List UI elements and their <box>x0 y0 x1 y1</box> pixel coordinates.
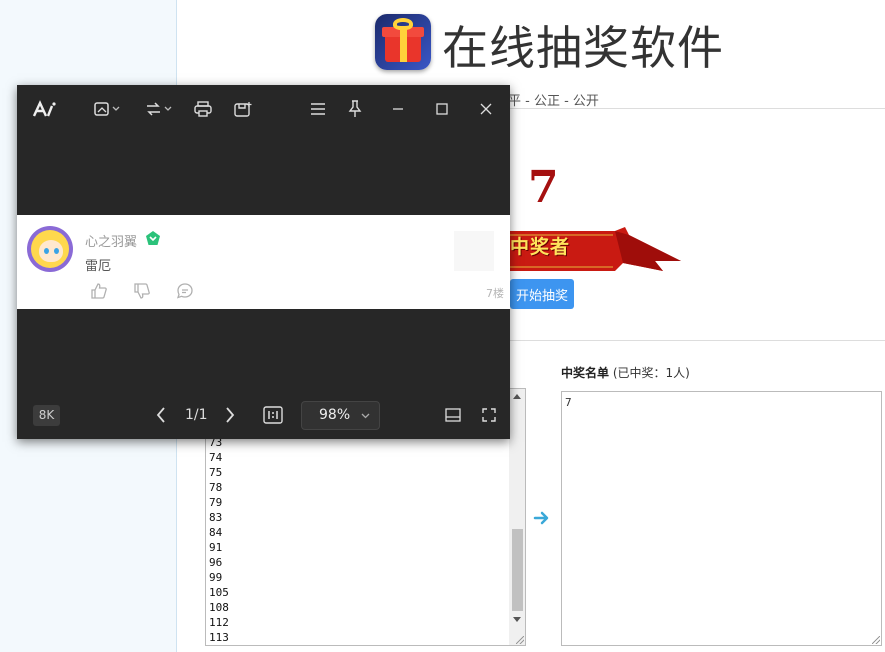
resolution-badge[interactable]: 8K <box>33 405 60 426</box>
candidate-row: 91 <box>209 541 223 554</box>
save-icon[interactable] <box>233 97 253 121</box>
image-viewer-window[interactable]: 心之羽翼 雷厄 7楼 8K 1/1 98% <box>17 85 510 439</box>
app-subtitle: 平 - 公正 - 公开 <box>508 94 599 109</box>
candidate-row: 74 <box>209 451 223 464</box>
start-draw-button[interactable]: 开始抽奖 <box>510 279 574 309</box>
fullscreen-icon[interactable] <box>479 403 499 427</box>
chevron-down-icon <box>361 413 370 419</box>
candidate-row: 83 <box>209 511 223 524</box>
next-image-icon[interactable] <box>220 403 240 427</box>
candidate-row: 99 <box>209 571 223 584</box>
scroll-up-icon[interactable] <box>513 394 521 399</box>
thumbnail-strip-icon[interactable] <box>443 403 463 427</box>
zoom-select[interactable]: 98% <box>301 401 380 430</box>
comment-image-thumbnail <box>454 231 494 271</box>
actual-size-icon[interactable] <box>262 403 284 427</box>
winners-textarea[interactable]: 7 <box>561 391 882 646</box>
previous-image-icon[interactable] <box>151 403 171 427</box>
candidate-row: 113 <box>209 631 229 644</box>
candidates-list: 73 74 75 78 79 83 84 91 96 99 105 108 112 113 <box>209 435 229 645</box>
winner-number: 7 <box>528 162 559 213</box>
gift-box-logo-icon <box>375 14 431 70</box>
section-divider <box>510 340 885 341</box>
viewer-bottom-bar: 8K 1/1 98% <box>17 401 510 431</box>
resize-grip-icon[interactable] <box>516 636 524 644</box>
winners-heading: 中奖名单 (已中奖：1人) <box>561 364 690 381</box>
scroll-down-icon[interactable] <box>513 617 521 622</box>
rotate-icon[interactable] <box>145 97 175 121</box>
print-icon[interactable] <box>193 97 213 121</box>
maximize-icon[interactable] <box>432 97 452 121</box>
avatar <box>27 226 73 272</box>
pin-icon[interactable] <box>345 97 365 121</box>
comment-text: 雷厄 <box>85 259 112 274</box>
resize-grip-icon[interactable] <box>872 636 880 644</box>
candidate-row: 96 <box>209 556 223 569</box>
winners-heading-count: (已中奖：1人) <box>609 366 690 380</box>
edit-image-icon[interactable] <box>93 97 123 121</box>
scrollbar-thumb[interactable] <box>512 529 523 611</box>
candidate-row: 112 <box>209 616 229 629</box>
verified-badge-icon <box>146 231 160 245</box>
like-icon[interactable] <box>90 282 108 300</box>
page-indicator: 1/1 <box>185 407 208 423</box>
candidates-scrollbar[interactable] <box>509 389 525 645</box>
candidate-row: 105 <box>209 586 229 599</box>
candidate-row: 84 <box>209 526 223 539</box>
candidate-row: 78 <box>209 481 223 494</box>
zoom-value: 98% <box>319 407 351 423</box>
app-logo-icon <box>31 97 59 121</box>
reply-icon[interactable] <box>176 282 194 300</box>
menu-icon[interactable] <box>308 97 328 121</box>
arrow-right-icon <box>533 511 549 525</box>
floor-label: 7楼 <box>486 287 504 300</box>
winner-banner-label: 中奖者 <box>510 236 571 258</box>
winners-list-text: 7 <box>565 396 572 409</box>
winners-heading-title: 中奖名单 <box>561 366 610 380</box>
dislike-icon[interactable] <box>133 282 151 300</box>
app-title: 在线抽奖软件 <box>442 21 724 75</box>
candidate-row: 79 <box>209 496 223 509</box>
minimize-icon[interactable] <box>388 97 408 121</box>
comment-username: 心之羽翼 <box>85 235 138 250</box>
comment-card: 心之羽翼 雷厄 7楼 <box>17 215 510 309</box>
candidate-row: 108 <box>209 601 229 614</box>
candidate-row: 75 <box>209 466 223 479</box>
close-icon[interactable] <box>476 97 496 121</box>
